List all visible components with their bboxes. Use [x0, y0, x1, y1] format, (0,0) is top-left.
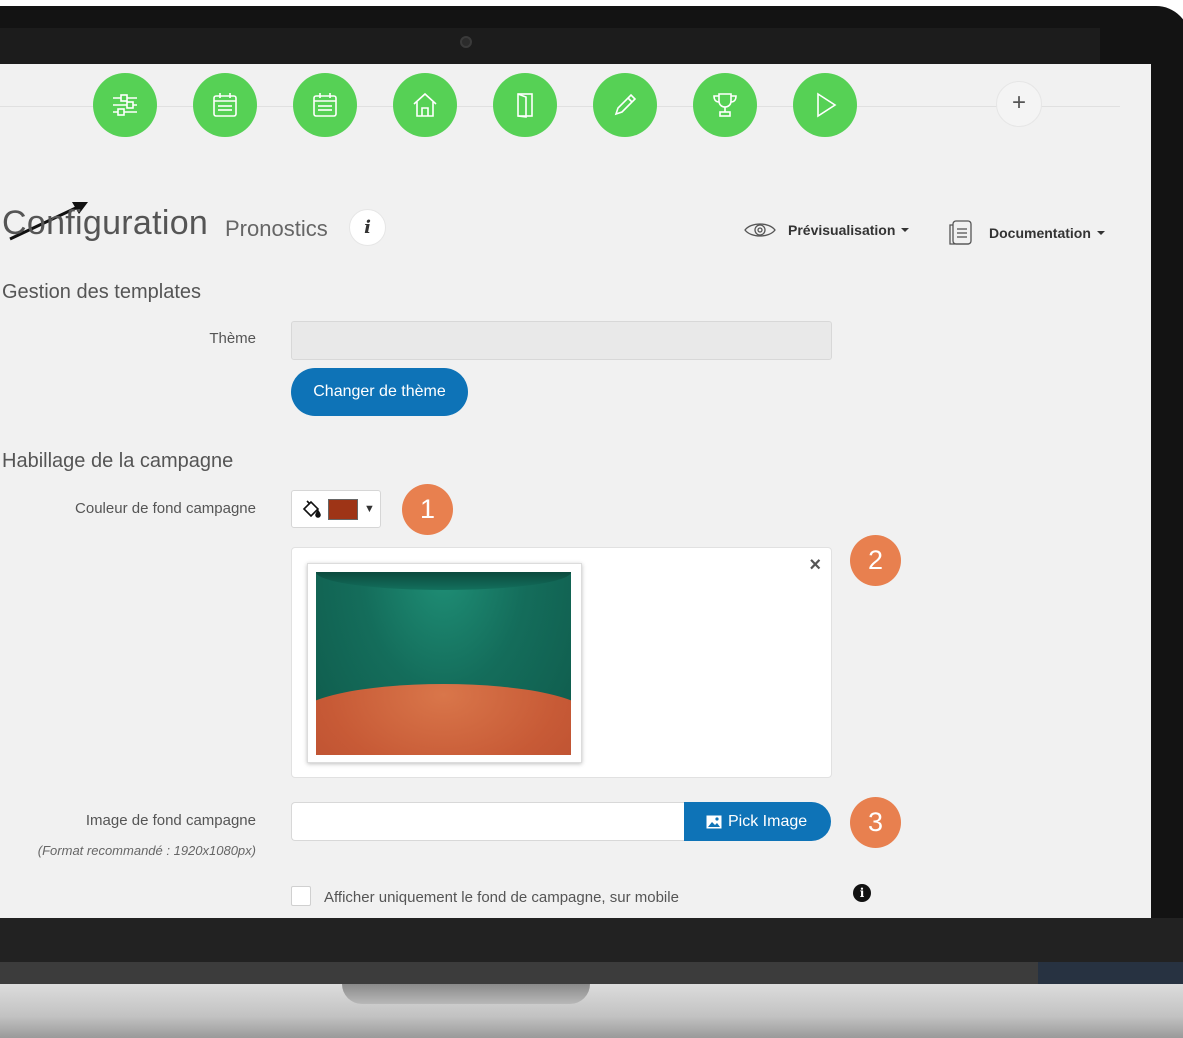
- preview-dropdown[interactable]: Prévisualisation: [744, 220, 910, 240]
- laptop-notch: [342, 984, 590, 1004]
- step-trophy-button[interactable]: [693, 73, 757, 137]
- bg-image-thumbnail: [307, 563, 582, 763]
- preview-label: Prévisualisation: [788, 222, 896, 238]
- calendar-icon: [213, 93, 237, 117]
- documentation-label: Documentation: [989, 225, 1091, 241]
- bg-color-label: Couleur de fond campagne: [75, 500, 256, 517]
- step-settings-button[interactable]: [93, 73, 157, 137]
- caret-down-icon: [1096, 231, 1105, 235]
- app-screen: + Configuration Pronostics i Prévisualis…: [0, 64, 1151, 918]
- step-badge-1: 1: [402, 484, 453, 535]
- remove-image-button[interactable]: ×: [809, 554, 821, 577]
- step-calendar-2-button[interactable]: [293, 73, 357, 137]
- step-calendar-1-button[interactable]: [193, 73, 257, 137]
- laptop-base: [0, 984, 1183, 1038]
- step-door-button[interactable]: [493, 73, 557, 137]
- image-icon: [706, 815, 722, 828]
- bg-image: [316, 572, 571, 755]
- bg-image-label: Image de fond campagne: [85, 812, 256, 829]
- color-swatch: [328, 498, 358, 520]
- laptop-bottom-bezel: [0, 918, 1183, 962]
- step-edit-button[interactable]: [593, 73, 657, 137]
- eye-icon: [744, 223, 776, 237]
- calendar-icon: [313, 93, 337, 117]
- bg-image-preview-panel: ×: [291, 547, 832, 778]
- bg-color-picker[interactable]: ▼: [291, 490, 381, 528]
- caret-down-icon: [901, 228, 910, 232]
- info-button[interactable]: i: [349, 209, 386, 246]
- step-badge-3: 3: [850, 797, 901, 848]
- select-arrow-icon: ▼: [364, 503, 375, 515]
- laptop-hinge: [0, 962, 1183, 984]
- bg-image-input[interactable]: [291, 802, 686, 841]
- paint-bucket-icon: [302, 500, 321, 518]
- page-subtitle: Pronostics: [225, 216, 328, 241]
- webcam: [460, 36, 472, 48]
- pick-image-button[interactable]: Pick Image: [684, 802, 831, 841]
- pencil-icon: [614, 93, 637, 116]
- theme-label: Thème: [209, 330, 256, 347]
- document-icon: [949, 220, 972, 245]
- mobile-only-checkbox[interactable]: [291, 886, 311, 906]
- home-icon: [413, 92, 437, 117]
- step-badge-2: 2: [850, 535, 901, 586]
- mobile-only-label: Afficher uniquement le fond de campagne,…: [324, 889, 679, 906]
- add-step-button[interactable]: +: [996, 81, 1042, 127]
- page-title: Configuration: [2, 204, 209, 242]
- templates-section-title: Gestion des templates: [2, 281, 201, 303]
- sliders-icon: [113, 94, 137, 116]
- pick-image-label: Pick Image: [728, 812, 808, 830]
- bg-image-format-note: (Format recommandé : 1920x1080px): [37, 843, 256, 858]
- theme-field: [291, 321, 832, 360]
- info-icon[interactable]: i: [853, 884, 871, 902]
- campaign-section-title: Habillage de la campagne: [2, 450, 234, 472]
- documentation-dropdown[interactable]: Documentation: [947, 220, 1105, 246]
- trophy-icon: [713, 93, 737, 117]
- change-theme-button[interactable]: Changer de thème: [291, 368, 468, 416]
- step-play-button[interactable]: [793, 73, 857, 137]
- door-icon: [517, 93, 533, 118]
- play-icon: [817, 92, 837, 118]
- step-home-button[interactable]: [393, 73, 457, 137]
- step-line: [0, 106, 1120, 107]
